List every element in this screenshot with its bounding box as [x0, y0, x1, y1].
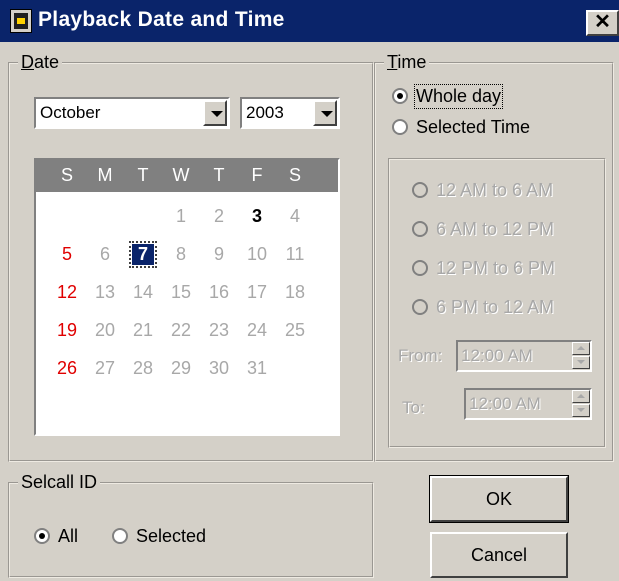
calendar-day[interactable]: 11	[280, 244, 310, 265]
from-time-field[interactable]: 12:00 AM	[456, 340, 592, 372]
to-label: To:	[402, 398, 425, 417]
radio-icon	[412, 221, 428, 237]
calendar-day[interactable]: 18	[280, 282, 310, 303]
calendar-day[interactable]: 24	[242, 320, 272, 341]
weekday-header: M	[97, 165, 113, 185]
radio-icon	[34, 528, 50, 544]
weekday-header: S	[288, 165, 301, 185]
dropdown-arrow-icon[interactable]	[313, 100, 337, 126]
year-dropdown[interactable]: 2003	[240, 97, 340, 129]
calendar-day[interactable]: 14	[128, 282, 158, 303]
spin-down-icon[interactable]	[572, 356, 590, 369]
radio-icon	[392, 119, 408, 135]
calendar-day[interactable]: 31	[242, 358, 272, 379]
calendar-day-selected[interactable]: 7	[129, 241, 157, 268]
calendar-day[interactable]: 22	[166, 320, 196, 341]
close-button[interactable]: ✕	[586, 10, 619, 36]
to-time-value: 12:00 AM	[469, 394, 541, 413]
calendar-day[interactable]: 27	[90, 358, 120, 379]
calendar-day[interactable]: 16	[204, 282, 234, 303]
whole-day-label: Whole day	[413, 84, 504, 109]
range-label: 12 AM to 6 AM	[436, 180, 554, 200]
selcall-all-label: All	[58, 526, 79, 546]
weekday-header: F	[251, 165, 263, 185]
calendar-day[interactable]: 29	[166, 358, 196, 379]
spin-down-icon[interactable]	[572, 404, 590, 417]
calendar-day[interactable]: 10	[242, 244, 272, 265]
selected-time-label: Selected Time	[416, 117, 531, 137]
from-label: From:	[398, 346, 443, 365]
calendar-day[interactable]: 28	[128, 358, 158, 379]
calendar-day[interactable]: 13	[90, 282, 120, 303]
range-label: 6 PM to 12 AM	[436, 297, 555, 317]
selcall-id-label: Selcall ID	[18, 472, 101, 493]
calendar-day[interactable]: 15	[166, 282, 196, 303]
calendar-day[interactable]: 6	[90, 244, 120, 265]
range-label: 6 AM to 12 PM	[436, 219, 555, 239]
weekday-header: S	[60, 165, 73, 185]
selcall-selected-label: Selected	[136, 526, 207, 546]
radio-icon	[412, 299, 428, 315]
calendar-day[interactable]: 19	[52, 320, 82, 341]
calendar-day[interactable]: 20	[90, 320, 120, 341]
ok-button[interactable]: OK	[429, 475, 569, 523]
month-calendar[interactable]: SMTWTFS 1 2 3 4 5 6 7 8 9 10 11 12 13 14 15 16 17 18 19 20 2…	[34, 158, 340, 436]
close-icon: ✕	[594, 11, 611, 33]
year-value: 2003	[246, 103, 284, 122]
weekday-header: T	[137, 165, 149, 185]
radio-icon	[392, 88, 408, 104]
month-dropdown[interactable]: October	[34, 97, 230, 129]
radio-icon	[412, 260, 428, 276]
calendar-day[interactable]: 9	[204, 244, 234, 265]
title-bar[interactable]: Playback Date and Time ✕	[0, 0, 619, 42]
spin-up-icon[interactable]	[572, 390, 590, 403]
calendar-day[interactable]: 30	[204, 358, 234, 379]
calendar-day[interactable]: 1	[166, 206, 196, 227]
calendar-day[interactable]: 8	[166, 244, 196, 265]
weekday-header: T	[213, 165, 225, 185]
radio-icon	[112, 528, 128, 544]
month-value: October	[40, 103, 101, 122]
calendar-day[interactable]: 4	[280, 206, 310, 227]
calendar-day[interactable]: 17	[242, 282, 272, 303]
time-group-label: Time	[384, 52, 430, 73]
weekday-header: W	[172, 165, 190, 185]
calendar-day[interactable]: 12	[52, 282, 82, 303]
cancel-button[interactable]: Cancel	[430, 532, 568, 578]
calendar-day[interactable]: 21	[128, 320, 158, 341]
dropdown-arrow-icon[interactable]	[203, 100, 227, 126]
window-title: Playback Date and Time	[38, 8, 285, 31]
to-time-field[interactable]: 12:00 AM	[464, 388, 592, 420]
calendar-day[interactable]: 5	[52, 244, 82, 265]
calendar-day[interactable]: 26	[52, 358, 82, 379]
calendar-day[interactable]: 25	[280, 320, 310, 341]
calendar-day[interactable]: 23	[204, 320, 234, 341]
calendar-day[interactable]: 2	[204, 206, 234, 227]
playback-date-time-dialog: Playback Date and Time ✕ Date October 20…	[0, 0, 619, 581]
range-label: 12 PM to 6 PM	[436, 258, 556, 278]
calendar-day[interactable]: 3	[242, 206, 272, 227]
radio-icon	[412, 182, 428, 198]
spin-up-icon[interactable]	[572, 342, 590, 355]
weekday-header-row: SMTWTFS	[36, 160, 338, 192]
app-icon	[10, 9, 32, 33]
date-group-label: Date	[18, 52, 63, 73]
from-time-value: 12:00 AM	[461, 346, 533, 365]
